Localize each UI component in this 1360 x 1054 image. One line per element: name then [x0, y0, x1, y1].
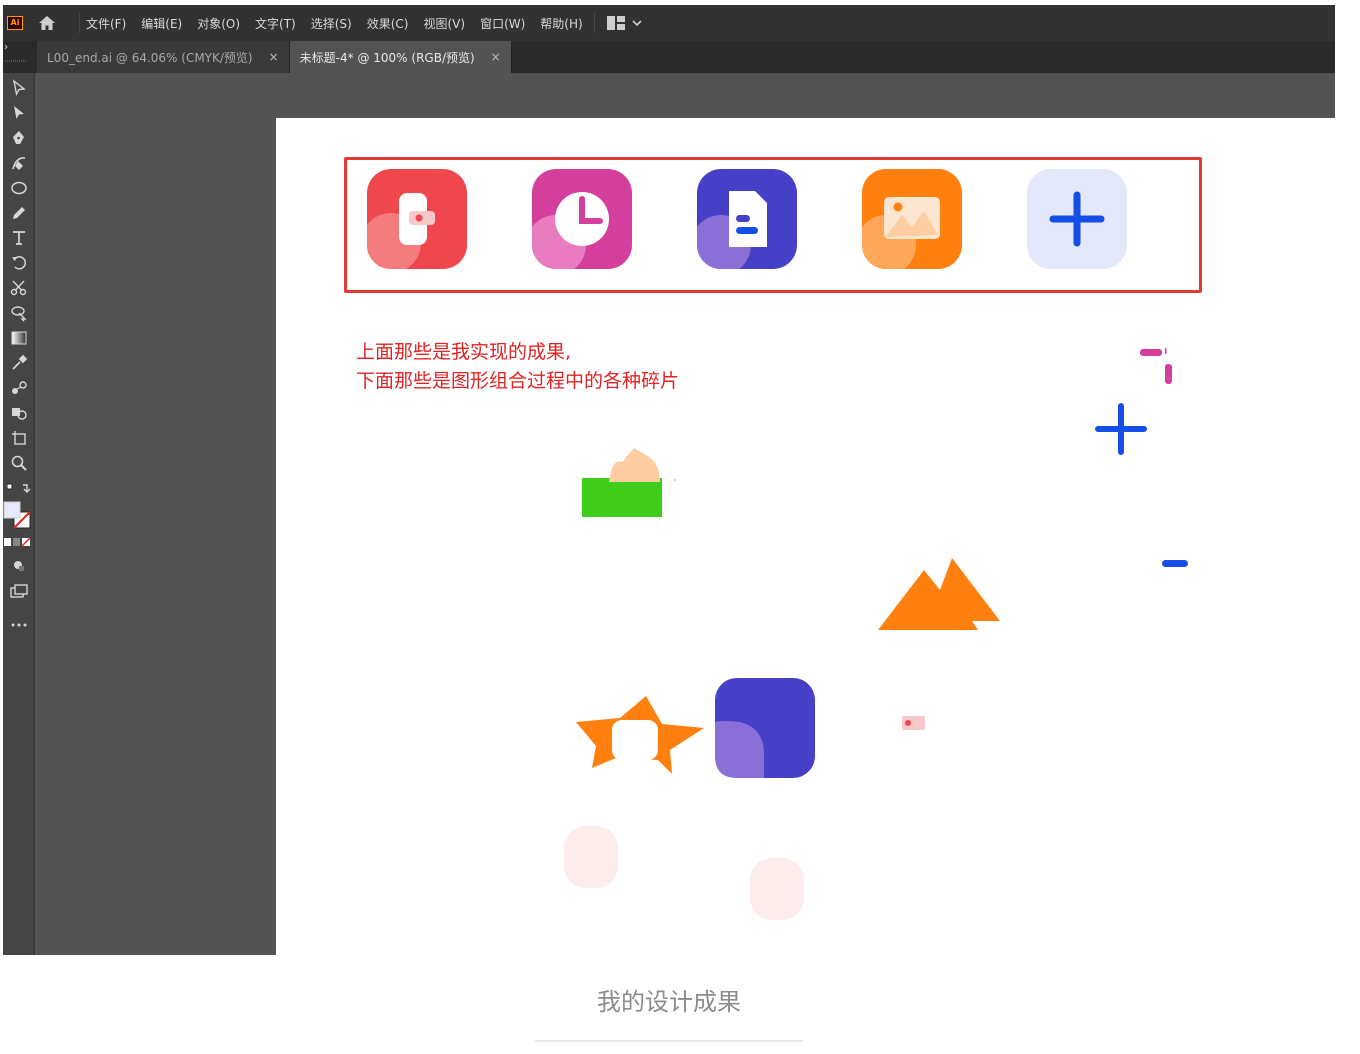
pasteboard: 上面那些是我实现的成果, 下面那些是图形组合过程中的各种碎片	[38, 73, 1335, 955]
wallet-icon	[367, 169, 467, 269]
clock-app-icon[interactable]	[532, 169, 632, 269]
tab-untitled-4[interactable]: 未标题-4* @ 100% (RGB/预览) ×	[289, 41, 512, 73]
color-mode-buttons[interactable]	[3, 535, 33, 549]
add-app-icon[interactable]	[1027, 169, 1127, 269]
fill-stroke-swatch[interactable]	[3, 501, 33, 531]
white-cutout-fragment	[612, 720, 658, 760]
orange-mountain-fragment	[878, 558, 1000, 630]
close-icon[interactable]: ×	[269, 50, 279, 64]
menu-help[interactable]: 帮助(H)	[540, 15, 582, 32]
purple-corner-fragment	[715, 721, 764, 778]
selection-tool[interactable]	[7, 77, 31, 99]
menu-separator	[593, 13, 595, 33]
dot-fragment	[673, 478, 677, 482]
peach-mountain-fragment	[609, 448, 660, 482]
pencil-tool[interactable]	[7, 202, 31, 224]
image-app-icon[interactable]	[862, 169, 962, 269]
eyedropper-tool[interactable]	[7, 352, 31, 374]
caption-underline	[535, 1040, 803, 1042]
clock-icon	[532, 169, 632, 269]
menu-file[interactable]: 文件(F)	[86, 15, 126, 32]
layout-grid-icon	[606, 16, 625, 30]
tools-panel	[3, 73, 35, 955]
app-logo: Ai	[7, 16, 23, 30]
wallet-app-icon[interactable]	[367, 169, 467, 269]
menu-select[interactable]: 选择(S)	[311, 15, 352, 32]
tab-label: L00_end.ai @ 64.06% (CMYK/预览)	[47, 50, 253, 65]
tab-l00-end[interactable]: L00_end.ai @ 64.06% (CMYK/预览) ×	[37, 41, 290, 73]
swap-colors-icon[interactable]	[7, 478, 31, 500]
wallet-clasp-fragment	[902, 716, 925, 730]
chevron-down-icon	[632, 20, 642, 27]
green-rect-fragment	[582, 478, 662, 517]
pen-tool[interactable]	[7, 127, 31, 149]
close-icon[interactable]: ×	[491, 50, 501, 64]
clock-hand-fragment	[1140, 348, 1172, 384]
more-tools-icon[interactable]	[7, 614, 31, 636]
menu-bar: Ai 文件(F) 编辑(E) 对象(O) 文字(T) 选择(S) 效果(C) 视…	[3, 5, 1335, 41]
purple-square-fragment	[715, 678, 815, 778]
minus-fragment	[1162, 560, 1188, 567]
menu-window[interactable]: 窗口(W)	[480, 15, 525, 32]
direct-selection-tool[interactable]	[7, 102, 31, 124]
blend-tool[interactable]	[7, 377, 31, 399]
rotate-tool[interactable]	[7, 252, 31, 274]
type-tool[interactable]	[7, 227, 31, 249]
scissors-tool[interactable]	[7, 277, 31, 299]
panel-grip[interactable]	[3, 41, 37, 73]
gradient-tool[interactable]	[7, 327, 31, 349]
symbol-sprayer-tool[interactable]	[7, 402, 31, 424]
annotation-note: 上面那些是我实现的成果, 下面那些是图形组合过程中的各种碎片	[356, 338, 679, 396]
menu-separator	[79, 13, 80, 33]
note-line: 上面那些是我实现的成果,	[356, 341, 572, 363]
curvature-tool[interactable]	[7, 152, 31, 174]
document-app-icon[interactable]	[697, 169, 797, 269]
drawing-mode-icon[interactable]	[7, 555, 31, 577]
lasso-tool[interactable]	[7, 302, 31, 324]
menu-edit[interactable]: 编辑(E)	[141, 15, 182, 32]
note-line: 下面那些是图形组合过程中的各种碎片	[356, 370, 680, 392]
artboard[interactable]: 上面那些是我实现的成果, 下面那些是图形组合过程中的各种碎片	[276, 118, 1335, 955]
menu-list: 文件(F) 编辑(E) 对象(O) 文字(T) 选择(S) 效果(C) 视图(V…	[79, 5, 642, 41]
workspace-switcher[interactable]	[606, 16, 642, 30]
tab-label: 未标题-4* @ 100% (RGB/预览)	[299, 50, 475, 65]
plus-fragment	[1095, 403, 1147, 455]
ellipse-tool[interactable]	[7, 177, 31, 199]
zoom-tool[interactable]	[7, 452, 31, 474]
artboard-tool[interactable]	[7, 427, 31, 449]
orange-star-fragment	[576, 696, 704, 774]
document-icon	[697, 169, 797, 269]
pink-blob-fragment	[750, 858, 804, 920]
illustrator-window: Ai 文件(F) 编辑(E) 对象(O) 文字(T) 选择(S) 效果(C) 视…	[3, 5, 1335, 955]
pink-blob-fragment	[564, 826, 618, 888]
menu-type[interactable]: 文字(T)	[255, 15, 296, 32]
home-icon[interactable]	[37, 14, 57, 32]
image-icon	[862, 169, 962, 269]
menu-view[interactable]: 视图(V)	[423, 15, 465, 32]
image-caption: 我的设计成果	[597, 988, 741, 1016]
menu-effect[interactable]: 效果(C)	[367, 15, 409, 32]
plus-icon	[1027, 169, 1127, 269]
screen-mode-icon[interactable]	[7, 580, 31, 602]
document-tab-bar: L00_end.ai @ 64.06% (CMYK/预览) × 未标题-4* @…	[3, 41, 1335, 73]
menu-object[interactable]: 对象(O)	[197, 15, 240, 32]
